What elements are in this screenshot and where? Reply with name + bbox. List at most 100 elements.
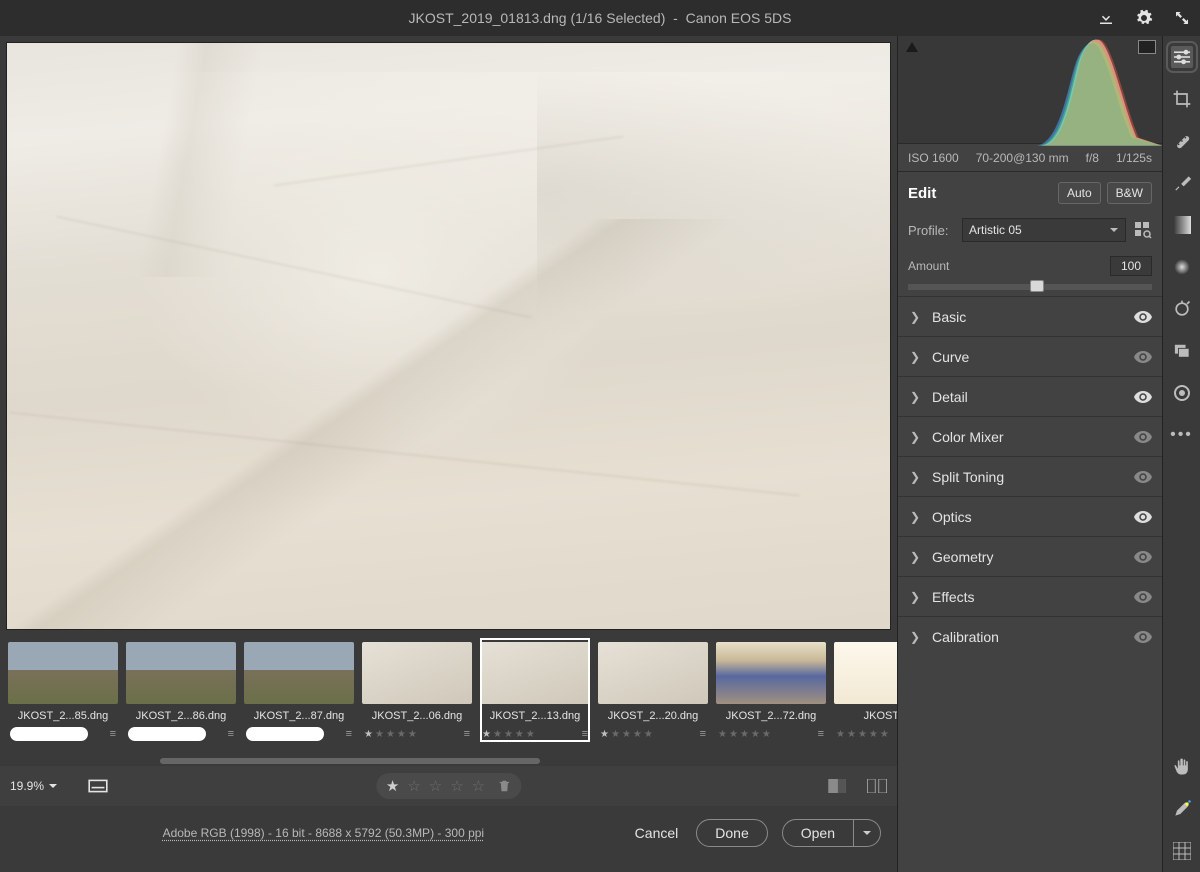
star-2[interactable]: ☆ — [407, 777, 420, 795]
profile-browser-icon[interactable] — [1134, 221, 1152, 239]
panel-detail[interactable]: ❯Detail — [898, 376, 1162, 416]
panel-color-mixer[interactable]: ❯Color Mixer — [898, 416, 1162, 456]
panel-label: Color Mixer — [932, 429, 1134, 445]
star-4[interactable]: ☆ — [450, 777, 463, 795]
panel-label: Effects — [932, 589, 1134, 605]
filmstrip-item[interactable]: JKOST_2...72.dng★★★★★≡ — [716, 642, 826, 742]
thumbnail[interactable] — [244, 642, 354, 704]
amount-value[interactable]: 100 — [1110, 256, 1152, 276]
crop-tool-icon[interactable] — [1171, 88, 1193, 110]
thumbnail[interactable] — [126, 642, 236, 704]
rating-mini[interactable]: ★★★★★ — [482, 729, 536, 740]
brush-tool-icon[interactable] — [1171, 172, 1193, 194]
rating-mini[interactable]: ★★★★★ — [836, 729, 890, 740]
bw-button[interactable]: B&W — [1107, 182, 1152, 204]
thumbnail[interactable] — [598, 642, 708, 704]
color-sampler-alt-icon[interactable] — [1171, 798, 1193, 820]
profile-select[interactable]: Artistic 05 — [962, 218, 1126, 242]
histogram[interactable] — [898, 36, 1162, 144]
more-icon[interactable]: ••• — [1171, 424, 1193, 446]
tool-strip: ••• — [1162, 36, 1200, 872]
filmstrip-scrollbar[interactable] — [160, 758, 540, 764]
thumbnail-filename: JKOST_2...86.dng — [126, 710, 236, 722]
filmstrip-item[interactable]: JKOST_2...85.dng≡ — [8, 642, 118, 742]
edit-title: Edit — [908, 185, 936, 202]
profile-label: Profile: — [908, 223, 954, 238]
hand-tool-icon[interactable] — [1171, 756, 1193, 778]
thumbnail-meta: ★★★★★≡ — [480, 726, 590, 742]
amount-slider-thumb[interactable] — [1030, 280, 1044, 292]
thumbnail[interactable] — [834, 642, 897, 704]
panel-effects[interactable]: ❯Effects — [898, 576, 1162, 616]
download-icon[interactable] — [1096, 8, 1116, 28]
amount-slider[interactable] — [908, 284, 1152, 290]
thumbnail-filename: JKOST_2...13.dng — [480, 710, 590, 722]
panel-label: Geometry — [932, 549, 1134, 565]
label-pill[interactable] — [128, 727, 206, 741]
thumbnail[interactable] — [480, 642, 590, 704]
panel-curve[interactable]: ❯Curve — [898, 336, 1162, 376]
rating-mini[interactable]: ★★★★★ — [600, 729, 654, 740]
filmstrip[interactable]: JKOST_2...85.dng≡JKOST_2...86.dng≡JKOST_… — [0, 636, 897, 766]
profile-value: Artistic 05 — [969, 223, 1022, 237]
has-adjustments-icon: ≡ — [228, 728, 234, 740]
visibility-toggle-icon[interactable] — [1134, 431, 1152, 443]
filmstrip-item[interactable]: JKOST_2...20.dng★★★★★≡ — [598, 642, 708, 742]
visibility-toggle-icon[interactable] — [1134, 511, 1152, 523]
visibility-toggle-icon[interactable] — [1134, 551, 1152, 563]
open-button[interactable]: Open — [782, 819, 854, 847]
panel-label: Curve — [932, 349, 1134, 365]
visibility-toggle-icon[interactable] — [1134, 631, 1152, 643]
linear-gradient-tool-icon[interactable] — [1171, 214, 1193, 236]
image-preview[interactable] — [6, 42, 891, 630]
visibility-toggle-icon[interactable] — [1134, 311, 1152, 323]
visibility-toggle-icon[interactable] — [1134, 391, 1152, 403]
open-dropdown[interactable] — [854, 819, 881, 847]
radial-gradient-tool-icon[interactable] — [1171, 256, 1193, 278]
rating-mini[interactable]: ★★★★★ — [718, 729, 772, 740]
filmstrip-item[interactable]: JKOST_2...13.dng ★★★★★≡ — [480, 638, 590, 742]
thumbnail[interactable] — [362, 642, 472, 704]
chevron-right-icon: ❯ — [908, 630, 922, 644]
thumbnail[interactable] — [8, 642, 118, 704]
star-1[interactable]: ★ — [386, 777, 399, 795]
filmstrip-item[interactable]: JKOST_2...87.dng≡ — [244, 642, 354, 742]
thumbnail[interactable] — [716, 642, 826, 704]
fullscreen-icon[interactable] — [1172, 8, 1192, 28]
gear-icon[interactable] — [1134, 8, 1154, 28]
image-info[interactable]: Adobe RGB (1998) - 16 bit - 8688 x 5792 … — [163, 826, 485, 840]
panel-geometry[interactable]: ❯Geometry — [898, 536, 1162, 576]
snapshots-tool-icon[interactable] — [1171, 340, 1193, 362]
color-sampler-tool-icon[interactable] — [1171, 382, 1193, 404]
thumbnail-filename: JKOST_... — [834, 710, 897, 722]
cancel-button[interactable]: Cancel — [631, 819, 683, 847]
zoom-control[interactable]: 19.9% — [10, 779, 58, 793]
visibility-toggle-icon[interactable] — [1134, 471, 1152, 483]
filmstrip-item[interactable]: JKOST_2...86.dng ≡ — [126, 642, 236, 742]
fit-icon[interactable] — [88, 776, 108, 796]
visibility-toggle-icon[interactable] — [1134, 591, 1152, 603]
label-pill[interactable] — [10, 727, 88, 741]
panel-calibration[interactable]: ❯Calibration — [898, 616, 1162, 656]
done-button[interactable]: Done — [696, 819, 767, 847]
spot-heal-tool-icon[interactable] — [1171, 130, 1193, 152]
grid-view-icon[interactable] — [1171, 840, 1193, 862]
label-pill[interactable] — [246, 727, 324, 741]
visibility-toggle-icon[interactable] — [1134, 351, 1152, 363]
exif-row: ISO 1600 70-200@130 mm f/8 1/125s — [898, 144, 1162, 172]
edit-sliders-tool-icon[interactable] — [1171, 46, 1193, 68]
panel-optics[interactable]: ❯Optics — [898, 496, 1162, 536]
panel-split-toning[interactable]: ❯Split Toning — [898, 456, 1162, 496]
panel-basic[interactable]: ❯Basic — [898, 296, 1162, 336]
filmstrip-item[interactable]: JKOST_...★★★★★≡ — [834, 642, 897, 742]
compare-view-icon[interactable] — [867, 776, 887, 796]
rating-mini[interactable]: ★★★★★ — [364, 729, 418, 740]
redeye-tool-icon[interactable] — [1171, 298, 1193, 320]
star-5[interactable]: ☆ — [472, 777, 485, 795]
filmstrip-item[interactable]: JKOST_2...06.dng★★★★★≡ — [362, 642, 472, 742]
auto-button[interactable]: Auto — [1058, 182, 1101, 204]
single-view-icon[interactable] — [827, 776, 847, 796]
trash-icon[interactable] — [497, 779, 511, 793]
star-3[interactable]: ☆ — [429, 777, 442, 795]
edit-panel: ISO 1600 70-200@130 mm f/8 1/125s Edit A… — [897, 36, 1162, 872]
